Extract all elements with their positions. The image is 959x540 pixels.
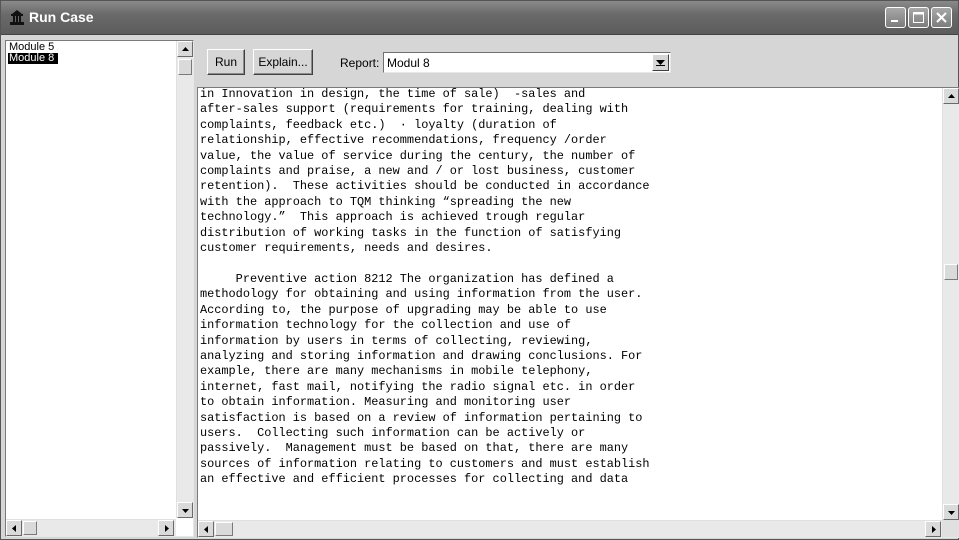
module-list-items: Module 5 Module 8 [8, 42, 176, 64]
report-scroll-left-button[interactable] [198, 521, 214, 537]
close-icon [936, 12, 947, 23]
module-list-vertical-thumb[interactable] [178, 59, 192, 75]
report-horizontal-thumb[interactable] [215, 522, 233, 536]
minimize-icon [891, 20, 898, 22]
report-vertical-scrollbar[interactable] [942, 88, 959, 520]
module-list-scroll-down-button[interactable] [177, 502, 193, 518]
scroll-up-arrow-icon [948, 94, 955, 98]
close-button[interactable] [931, 7, 952, 28]
report-selected-value: Modul 8 [387, 56, 430, 70]
list-item-module-8[interactable]: Module 8 [8, 53, 58, 64]
dropdown-arrow-icon [656, 60, 665, 66]
run-case-window: Run Case Module 5 Module 8 Run Explain..… [0, 0, 959, 540]
scroll-right-arrow-icon [932, 526, 936, 533]
report-label: Report: [340, 56, 380, 70]
scroll-up-arrow-icon [182, 47, 189, 51]
report-scroll-right-button[interactable] [925, 521, 941, 537]
report-text-area[interactable]: in Innovation in design, the time of sal… [197, 87, 959, 538]
window-title: Run Case [29, 9, 94, 25]
report-scroll-down-button[interactable] [943, 504, 959, 520]
title-bar[interactable]: Run Case [1, 1, 958, 35]
module-list-horizontal-thumb[interactable] [23, 521, 37, 535]
scroll-down-arrow-icon [948, 511, 955, 515]
report-dropdown[interactable]: Modul 8 [383, 52, 671, 73]
report-scroll-up-button[interactable] [943, 88, 959, 104]
scroll-right-arrow-icon [165, 525, 169, 532]
scroll-left-arrow-icon [12, 525, 16, 532]
module-list-scroll-left-button[interactable] [6, 520, 22, 536]
report-text: in Innovation in design, the time of sal… [200, 87, 650, 487]
report-dropdown-button[interactable] [652, 54, 669, 71]
run-button[interactable]: Run [207, 49, 245, 75]
module-list-vertical-scrollbar[interactable] [176, 41, 193, 518]
module-list-horizontal-scrollbar[interactable] [6, 519, 176, 536]
module-list-scroll-up-button[interactable] [177, 41, 193, 57]
module-list-scroll-right-button[interactable] [158, 520, 174, 536]
maximize-button[interactable] [908, 7, 929, 28]
scroll-down-arrow-icon [182, 509, 189, 513]
report-horizontal-scrollbar[interactable] [198, 520, 942, 537]
explain-button[interactable]: Explain... [253, 49, 313, 75]
minimize-button[interactable] [885, 7, 906, 28]
app-icon[interactable] [9, 9, 25, 26]
scroll-left-arrow-icon [204, 526, 208, 533]
report-vertical-thumb[interactable] [944, 264, 958, 280]
size-grip[interactable] [942, 520, 959, 537]
maximize-icon [913, 12, 924, 23]
module-list[interactable]: Module 5 Module 8 [5, 40, 194, 537]
